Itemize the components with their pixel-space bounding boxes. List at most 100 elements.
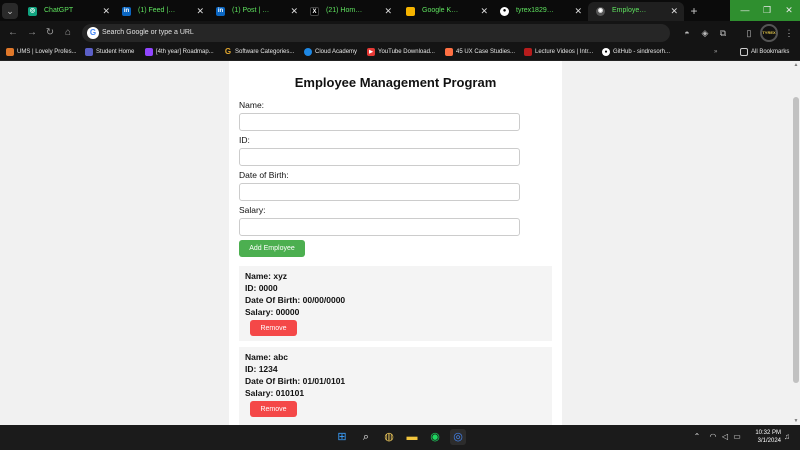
add-employee-button[interactable]: Add Employee [239,240,305,257]
folder-icon [740,48,748,56]
name-input[interactable] [239,113,520,131]
id-input[interactable] [239,148,520,166]
youtube-icon: ▶ [367,48,375,56]
bookmark-youtube-download[interactable]: ▶ YouTube Download... [367,44,435,60]
bookmark-lecture-videos[interactable]: Lecture Videos | Intr... [524,44,593,60]
incognito-icon[interactable]: ◓ [680,25,694,41]
salary-label: Salary: [239,205,266,215]
dob-input[interactable] [239,183,520,201]
bookmark-ux-case-studies[interactable]: 45 UX Case Studies... [445,44,515,60]
file-explorer-icon[interactable]: ▬ [404,429,420,445]
extension-icon[interactable]: ◈ [698,25,712,41]
tab-title: (21) Home / X [326,7,364,14]
tab-linkedin-post[interactable]: in (1) Post | Feed | LinkedIn ✕ [208,2,304,21]
tab-search-icon[interactable]: ⌄ [2,3,18,19]
close-tab-icon[interactable]: ✕ [290,2,298,20]
reload-icon[interactable]: ↻ [42,25,58,41]
bookmark-label: [4th year] Roadmap... [156,49,214,55]
tab-employee-management[interactable]: ◉ Employee Manageme ✕ [588,2,684,21]
linkedin-icon: in [216,7,225,16]
windows-start-icon[interactable]: ⊞ [334,429,350,445]
close-tab-icon[interactable]: ✕ [574,2,582,20]
tab-title: (1) Post | Feed | LinkedIn [232,7,270,14]
ux-icon [445,48,453,56]
name-label: Name: [239,100,265,110]
tab-linkedin-feed[interactable]: in (1) Feed | LinkedIn ✕ [114,2,210,21]
scroll-up-icon[interactable]: ▲ [792,61,800,69]
tab-title: (1) Feed | LinkedIn [138,7,176,14]
clock-time: 10:32 PM [755,430,781,436]
chrome-icon[interactable]: ◎ [450,429,466,445]
bookmark-ums[interactable]: UMS | Lovely Profes... [6,44,77,60]
globe-icon: ◉ [596,7,605,16]
tab-title: ChatGPT [44,7,74,14]
clock-date: 3/1/2024 [757,438,781,444]
bookmark-software-categories[interactable]: G Software Categories... [224,44,295,60]
chatgpt-icon: ◎ [28,7,37,16]
address-bar[interactable]: G Search Google or type a URL [82,24,670,42]
github-icon: ● [500,7,509,16]
page-viewport: Employee Management Program Name: ID: Da… [0,61,800,425]
bookmark-label: GitHub - sindresorh... [613,49,671,55]
new-tab-button[interactable]: + [688,2,700,20]
github-icon: ● [602,48,610,56]
volume-icon[interactable]: ◁ [720,432,730,442]
tab-x-home[interactable]: X (21) Home / X ✕ [302,2,398,21]
twitch-icon [145,48,153,56]
system-clock[interactable]: 10:32 PM 3/1/2024 [745,429,781,445]
tab-github-employee[interactable]: ● tyrex1829/Employee ✕ [492,2,588,21]
bookmarks-overflow-icon[interactable]: » [714,44,717,60]
employee-app-container: Employee Management Program Name: ID: Da… [229,61,562,425]
tab-chatgpt[interactable]: ◎ ChatGPT ✕ [20,2,116,21]
employee-card: Name: abc ID: 1234 Date Of Birth: 01/01/… [239,347,552,425]
search-icon[interactable]: ⌕ [358,429,374,445]
employee-card: Name: xyz ID: 0000 Date Of Birth: 00/00/… [239,266,552,341]
page-title: Employee Management Program [294,75,497,90]
employee-salary: Salary: 010101 [245,388,305,398]
tab-google-keep[interactable]: Google Keep ✕ [398,2,494,21]
wifi-icon[interactable]: ◠ [708,432,718,442]
cloud-icon [304,48,312,56]
keep-icon [406,7,415,16]
extensions-puzzle-icon[interactable]: ⧉ [716,25,730,41]
close-tab-icon[interactable]: ✕ [102,2,110,20]
bookmark-label: UMS | Lovely Profes... [17,49,77,55]
scrollbar-thumb[interactable] [793,97,799,383]
close-tab-icon[interactable]: ✕ [196,2,204,20]
g2-icon: G [224,47,232,56]
bookmark-github-sindresorhus[interactable]: ● GitHub - sindresorh... [602,44,670,60]
remove-employee-button[interactable]: Remove [250,401,297,417]
close-tab-icon[interactable]: ✕ [480,2,488,20]
home-icon[interactable]: ⌂ [60,25,76,41]
browser-toolbar: ← → ↻ ⌂ G Search Google or type a URL ◓ … [0,21,800,44]
close-window-icon[interactable]: ✕ [776,0,800,21]
back-icon[interactable]: ← [5,25,21,41]
show-hidden-icons-icon[interactable]: ⌃ [692,432,702,442]
bookmark-student-home[interactable]: Student Home [85,44,134,60]
bookmark-label: Lecture Videos | Intr... [535,49,594,55]
battery-icon[interactable]: ▭ [732,432,742,442]
close-tab-icon[interactable]: ✕ [384,2,392,20]
bookmark-label: 45 UX Case Studies... [456,49,516,55]
employee-name: Name: xyz [245,271,288,281]
bookmark-roadmap[interactable]: [4th year] Roadmap... [145,44,214,60]
scroll-down-icon[interactable]: ▼ [792,417,800,425]
notification-bell-icon[interactable]: ♫ [782,432,792,442]
linkedin-icon: in [122,7,131,16]
employee-id: ID: 1234 [245,364,278,374]
side-panel-icon[interactable]: ▯ [742,25,756,41]
all-bookmarks-folder[interactable]: All Bookmarks [740,44,789,60]
spotify-icon[interactable]: ◉ [427,429,443,445]
forward-icon[interactable]: → [24,25,40,41]
page-scrollbar[interactable]: ▲ ▼ [792,61,800,425]
windows-taskbar: ⊞ ⌕ ◍ ▬ ◉ ◎ ⌃ ◠ ◁ ▭ 10:32 PM 3/1/2024 ♫ [0,425,800,450]
bookmark-cloud-academy[interactable]: Cloud Academy [304,44,357,60]
dob-label: Date of Birth: [239,170,289,180]
close-tab-icon[interactable]: ✕ [670,2,678,20]
profile-avatar[interactable]: TYREX [760,24,778,42]
bookmark-label: YouTube Download... [378,49,435,55]
salary-input[interactable] [239,218,520,236]
remove-employee-button[interactable]: Remove [250,320,297,336]
more-menu-icon[interactable]: ⋮ [782,25,796,41]
chrome-canary-icon[interactable]: ◍ [381,429,397,445]
